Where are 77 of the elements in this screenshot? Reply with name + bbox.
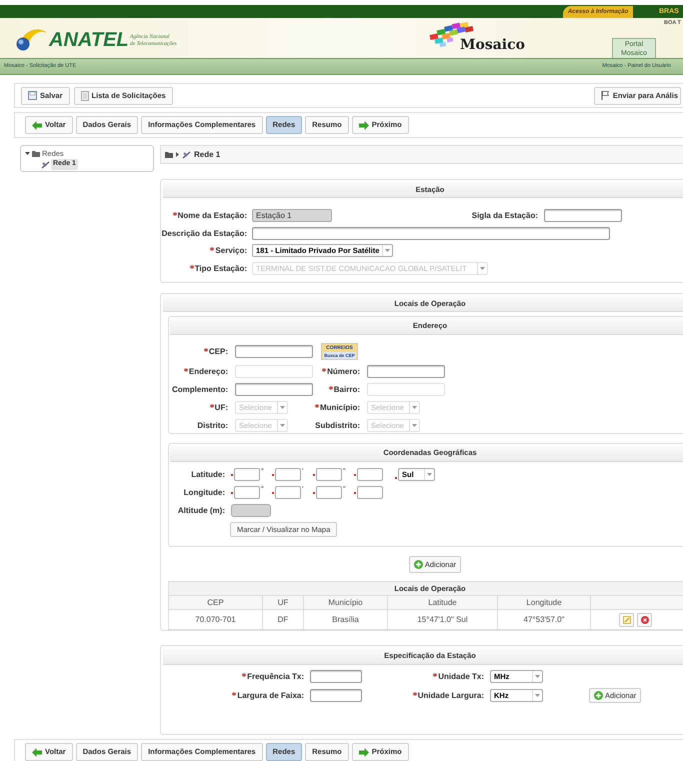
column-header: Latitude — [388, 596, 498, 609]
field-label: CEP: — [208, 346, 228, 358]
field-label: Unidade Largura: — [418, 690, 484, 702]
text-field[interactable] — [357, 486, 383, 499]
field-label: Unidade Tx: — [438, 670, 484, 682]
table-cell: 15°47'1.0" Sul — [388, 610, 498, 629]
logo-text: ANATEL — [49, 29, 129, 51]
field-label: Tipo Estação: — [194, 262, 247, 274]
field-label: Latitude: — [190, 468, 225, 480]
text-field[interactable] — [275, 486, 301, 499]
edit-button[interactable] — [619, 612, 634, 626]
flag-icon — [600, 91, 610, 100]
breadcrumb-text: Rede 1 — [194, 148, 220, 160]
back-arrow-icon — [32, 748, 42, 756]
caret-icon — [412, 424, 417, 427]
table-cell: Brasília — [304, 610, 388, 629]
text-field[interactable] — [310, 670, 362, 683]
app-name: Mosaico — [460, 37, 525, 53]
add-icon — [414, 560, 423, 569]
column-header: CEP — [169, 596, 263, 609]
save-icon — [28, 91, 37, 100]
text-field[interactable] — [234, 486, 260, 499]
field-label: Distrito: — [197, 420, 228, 432]
text-field[interactable] — [367, 365, 445, 378]
field-label: Complemento: — [172, 384, 228, 396]
text-field[interactable] — [275, 468, 301, 481]
caret-icon — [427, 473, 432, 476]
field-label: UF: — [214, 402, 228, 414]
delete-icon — [640, 616, 648, 624]
text-field[interactable] — [235, 345, 313, 358]
caret-icon — [385, 249, 390, 252]
text-field[interactable] — [252, 227, 610, 240]
text-field[interactable] — [234, 468, 260, 481]
field-label: Longitude: — [182, 486, 225, 498]
caret-icon — [535, 694, 540, 697]
table-cell: 47°53'57.0" — [498, 610, 591, 629]
add-icon — [594, 691, 603, 700]
back-arrow-icon — [32, 120, 42, 130]
text-field[interactable] — [316, 486, 342, 499]
field-label: Bairro: — [334, 384, 360, 396]
field-label: Frequência Tx: — [247, 670, 304, 682]
caret-icon — [280, 406, 285, 409]
caret-icon — [480, 267, 485, 270]
folder-icon — [165, 152, 173, 158]
field-label: Nome da Estação: — [178, 210, 247, 222]
field-label: Município: — [320, 402, 360, 414]
field-label: Descrição da Estação: — [162, 228, 247, 240]
logo-icon — [14, 27, 48, 51]
pencil-icon — [622, 616, 630, 624]
text-field[interactable] — [310, 689, 362, 702]
text-field[interactable] — [357, 468, 383, 481]
folder-icon — [32, 150, 40, 157]
caret-icon — [412, 406, 417, 409]
column-header: UF — [263, 596, 304, 609]
table-cell: 70.070-701 — [169, 610, 263, 629]
field-label: Serviço: — [215, 244, 247, 256]
forward-arrow-icon — [358, 748, 369, 756]
text-field[interactable] — [235, 383, 313, 396]
caret-icon — [280, 424, 285, 427]
field-label: Número: — [327, 366, 360, 378]
text-field[interactable] — [544, 209, 622, 222]
caret-icon — [176, 152, 179, 157]
document-icon — [80, 90, 89, 100]
table-cell: DF — [263, 610, 304, 629]
column-header: Longitude — [498, 596, 591, 609]
satellite-icon — [182, 150, 191, 158]
field-label: Altitude (m): — [176, 504, 225, 516]
column-header: Município — [304, 596, 388, 609]
caret-icon — [535, 675, 540, 678]
field-label: Subdistrito: — [315, 420, 360, 432]
field-label: Largura de Faixa: — [237, 690, 304, 702]
delete-button[interactable] — [637, 612, 652, 626]
text-field[interactable] — [316, 468, 342, 481]
forward-arrow-icon — [358, 120, 369, 130]
field-label: Sigla da Estação: — [472, 210, 538, 222]
field-label: Endereço: — [188, 366, 228, 378]
satellite-icon — [41, 160, 50, 168]
